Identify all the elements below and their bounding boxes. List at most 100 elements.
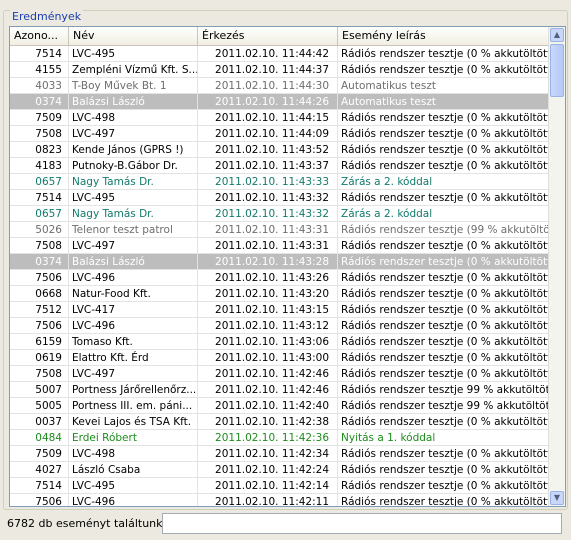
cell-arrival: 2011.02.10. 11:42:40 bbox=[198, 398, 338, 413]
results-group-title: Eredmények bbox=[10, 10, 84, 24]
table-row[interactable]: 0374 Balázsi László 2011.02.10. 11:44:26 Au… bbox=[10, 94, 549, 110]
status-field[interactable] bbox=[162, 513, 562, 534]
table-row[interactable]: 0668 Natur-Food Kft. 2011.02.10. 11:43:20 R… bbox=[10, 286, 549, 302]
cell-description: Rádiós rendszer tesztje 99 % akkutöltött… bbox=[341, 384, 549, 396]
cell-description: Zárás a 2. kóddal bbox=[341, 208, 433, 220]
events-table[interactable]: Azono... Név Érkezés Esemény leírás 7514… bbox=[9, 26, 566, 507]
cell-arrival: 2011.02.10. 11:42:36 bbox=[198, 430, 338, 445]
cell-arrival: 2011.02.10. 11:42:14 bbox=[198, 478, 338, 493]
cell-description: Rádiós rendszer tesztje (0 % akkutöltött… bbox=[341, 464, 549, 476]
table-row[interactable]: 5007 Portness Járőrellenőrz... 2011.02.10.… bbox=[10, 382, 549, 398]
table-row[interactable]: 4033 T-Boy Művek Bt. 1 2011.02.10. 11:44:3… bbox=[10, 78, 549, 94]
scroll-down-icon[interactable]: ▼ bbox=[550, 491, 564, 505]
cell-description: Rádiós rendszer tesztje (0 % akkutöltött… bbox=[341, 192, 549, 204]
cell-description: Rádiós rendszer tesztje (0 % akkutöltött… bbox=[341, 256, 549, 268]
cell-id: 4155 bbox=[10, 62, 69, 77]
table-row[interactable]: 7509 LVC-498 2011.02.10. 11:42:34 Rádiós re… bbox=[10, 446, 549, 462]
table-row[interactable]: 7509 LVC-498 2011.02.10. 11:44:15 Rádiós re… bbox=[10, 110, 549, 126]
cell-arrival: 2011.02.10. 11:43:31 bbox=[198, 222, 338, 237]
table-row[interactable]: 4155 Zempléni Vízmű Kft. S... 2011.02.10. … bbox=[10, 62, 549, 78]
cell-arrival: 2011.02.10. 11:44:15 bbox=[198, 110, 338, 125]
table-row[interactable]: 7514 LVC-495 2011.02.10. 11:44:42 Rádiós re… bbox=[10, 46, 549, 62]
cell-arrival: 2011.02.10. 11:43:37 bbox=[198, 158, 338, 173]
cell-id: 0484 bbox=[10, 430, 69, 445]
cell-description: Rádiós rendszer tesztje 99 % akkutöltött… bbox=[341, 400, 549, 412]
cell-id: 5026 bbox=[10, 222, 69, 237]
column-header-id[interactable]: Azono... bbox=[10, 27, 69, 45]
result-count-label: 6782 db eseményt találtunk bbox=[7, 517, 163, 530]
scroll-up-icon[interactable]: ▲ bbox=[550, 28, 564, 42]
cell-name: LVC-497 bbox=[69, 126, 198, 141]
table-row[interactable]: 7512 LVC-417 2011.02.10. 11:43:15 Rádiós re… bbox=[10, 302, 549, 318]
cell-id: 4183 bbox=[10, 158, 69, 173]
cell-name: LVC-496 bbox=[69, 270, 198, 285]
table-row[interactable]: 7506 LVC-496 2011.02.10. 11:43:12 Rádiós re… bbox=[10, 318, 549, 334]
cell-id: 6159 bbox=[10, 334, 69, 349]
table-row[interactable]: 7506 LVC-496 2011.02.10. 11:43:26 Rádiós re… bbox=[10, 270, 549, 286]
cell-id: 5007 bbox=[10, 382, 69, 397]
column-header-description[interactable]: Esemény leírás bbox=[338, 27, 549, 45]
cell-arrival: 2011.02.10. 11:43:31 bbox=[198, 238, 338, 253]
cell-description: Rádiós rendszer tesztje (0 % akkutöltött… bbox=[341, 272, 549, 284]
cell-description: Rádiós rendszer tesztje (0 % akkutöltött… bbox=[341, 448, 549, 460]
vertical-scrollbar[interactable]: ▲ ▼ bbox=[548, 27, 565, 506]
table-row[interactable]: 7514 LVC-495 2011.02.10. 11:42:14 Rádiós re… bbox=[10, 478, 549, 494]
cell-name: LVC-495 bbox=[69, 190, 198, 205]
cell-description: Rádiós rendszer tesztje (99 % akkutöltöt… bbox=[341, 224, 549, 236]
cell-id: 0823 bbox=[10, 142, 69, 157]
cell-name: László Csaba bbox=[69, 462, 198, 477]
table-row[interactable]: 0823 Kende János (GPRS !) 2011.02.10. 11:4… bbox=[10, 142, 549, 158]
table-row[interactable]: 6159 Tomaso Kft. 2011.02.10. 11:43:06 Rádió… bbox=[10, 334, 549, 350]
table-row[interactable]: 0657 Nagy Tamás Dr. 2011.02.10. 11:43:33 Zá… bbox=[10, 174, 549, 190]
cell-arrival: 2011.02.10. 11:43:26 bbox=[198, 270, 338, 285]
table-row[interactable]: 7506 LVC-496 2011.02.10. 11:42:11 Rádiós re… bbox=[10, 494, 549, 507]
cell-arrival: 2011.02.10. 11:43:52 bbox=[198, 142, 338, 157]
cell-name: Portness Járőrellenőrz... bbox=[69, 382, 198, 397]
table-row[interactable]: 4183 Putnoky-B.Gábor Dr. 2011.02.10. 11:43… bbox=[10, 158, 549, 174]
table-row[interactable]: 7508 LVC-497 2011.02.10. 11:43:31 Rádiós re… bbox=[10, 238, 549, 254]
column-header-name[interactable]: Név bbox=[69, 27, 198, 45]
cell-name: T-Boy Művek Bt. 1 bbox=[69, 78, 198, 93]
cell-id: 7509 bbox=[10, 446, 69, 461]
cell-id: 0657 bbox=[10, 206, 69, 221]
cell-description: Rádiós rendszer tesztje (0 % akkutöltött… bbox=[341, 144, 549, 156]
cell-id: 5005 bbox=[10, 398, 69, 413]
table-row[interactable]: 7508 LVC-497 2011.02.10. 11:44:09 Rádiós re… bbox=[10, 126, 549, 142]
cell-id: 7512 bbox=[10, 302, 69, 317]
cell-arrival: 2011.02.10. 11:44:09 bbox=[198, 126, 338, 141]
cell-id: 7506 bbox=[10, 318, 69, 333]
cell-name: Zempléni Vízmű Kft. S... bbox=[69, 62, 198, 77]
cell-description: Rádiós rendszer tesztje (0 % akkutöltött… bbox=[341, 160, 549, 172]
cell-name: Kende János (GPRS !) bbox=[69, 142, 198, 157]
table-row[interactable]: 0619 Elattro Kft. Érd 2011.02.10. 11:43:00… bbox=[10, 350, 549, 366]
cell-arrival: 2011.02.10. 11:43:12 bbox=[198, 318, 338, 333]
table-row[interactable]: 7514 LVC-495 2011.02.10. 11:43:32 Rádiós re… bbox=[10, 190, 549, 206]
cell-id: 0037 bbox=[10, 414, 69, 429]
cell-arrival: 2011.02.10. 11:42:46 bbox=[198, 366, 338, 381]
cell-name: Putnoky-B.Gábor Dr. bbox=[69, 158, 198, 173]
cell-id: 0374 bbox=[10, 254, 69, 269]
table-row[interactable]: 0657 Nagy Tamás Dr. 2011.02.10. 11:43:32 Zá… bbox=[10, 206, 549, 222]
cell-description: Automatikus teszt bbox=[341, 80, 436, 92]
cell-name: Nagy Tamás Dr. bbox=[69, 206, 198, 221]
table-row[interactable]: 7508 LVC-497 2011.02.10. 11:42:46 Rádiós re… bbox=[10, 366, 549, 382]
cell-description: Rádiós rendszer tesztje (0 % akkutöltött… bbox=[341, 288, 549, 300]
scroll-thumb[interactable] bbox=[550, 44, 564, 97]
cell-name: LVC-497 bbox=[69, 238, 198, 253]
cell-arrival: 2011.02.10. 11:44:42 bbox=[198, 46, 338, 61]
cell-id: 7508 bbox=[10, 238, 69, 253]
cell-description: Rádiós rendszer tesztje (0 % akkutöltött… bbox=[341, 128, 549, 140]
cell-description: Nyitás a 1. kóddal bbox=[341, 432, 436, 444]
table-row[interactable]: 0484 Erdei Róbert 2011.02.10. 11:42:36 Nyit… bbox=[10, 430, 549, 446]
cell-arrival: 2011.02.10. 11:44:37 bbox=[198, 62, 338, 77]
table-row[interactable]: 0037 Kevei Lajos és TSA Kft. 2011.02.10. 1… bbox=[10, 414, 549, 430]
cell-description: Rádiós rendszer tesztje (0 % akkutöltött… bbox=[341, 496, 549, 507]
column-header-arrival[interactable]: Érkezés bbox=[198, 27, 338, 45]
table-row[interactable]: 4027 László Csaba 2011.02.10. 11:42:24 Rádi… bbox=[10, 462, 549, 478]
table-row[interactable]: 5026 Telenor teszt patrol 2011.02.10. 11:4… bbox=[10, 222, 549, 238]
cell-name: Portness III. em. páni... bbox=[69, 398, 198, 413]
cell-arrival: 2011.02.10. 11:43:06 bbox=[198, 334, 338, 349]
table-row[interactable]: 0374 Balázsi László 2011.02.10. 11:43:28 Rá… bbox=[10, 254, 549, 270]
cell-id: 0657 bbox=[10, 174, 69, 189]
table-row[interactable]: 5005 Portness III. em. páni... 2011.02.10.… bbox=[10, 398, 549, 414]
